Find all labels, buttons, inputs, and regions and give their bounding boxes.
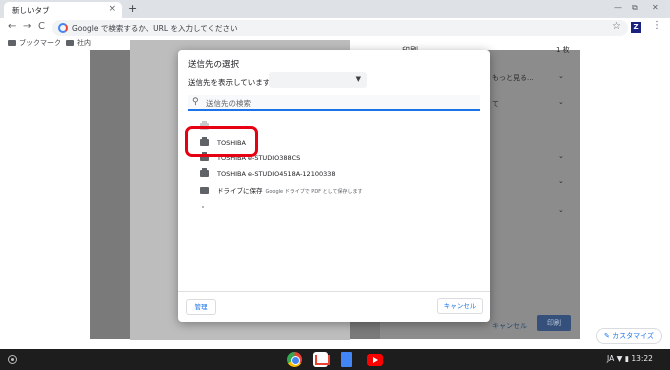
more-options-text: もっと見る...: [492, 74, 534, 82]
chevron-down-icon: ⌄: [558, 98, 564, 106]
wifi-icon: ▼: [616, 354, 623, 363]
dropdown-arrow-icon: ▼: [355, 75, 361, 83]
youtube-icon[interactable]: [367, 354, 383, 366]
search-icon: ⚲: [192, 97, 199, 107]
launcher-icon[interactable]: [8, 355, 17, 364]
destination-item-save-to-drive[interactable]: ドライブに保存 Google ドライブで PDF として保存します: [200, 185, 363, 197]
printer-icon: [200, 168, 209, 177]
drive-icon: [200, 187, 209, 194]
bookmark-folder[interactable]: 社内: [66, 38, 91, 48]
forward-icon[interactable]: →: [23, 21, 31, 32]
search-placeholder: 送信先の検索: [206, 99, 251, 108]
gmail-icon[interactable]: [313, 352, 330, 367]
show-destinations-label: 送信先を表示しています:: [188, 78, 273, 87]
destination-filter-select[interactable]: ▼: [269, 72, 367, 88]
close-tab-icon[interactable]: ×: [108, 4, 116, 14]
chromeos-shelf: JA ▼ ▮ 13:22: [0, 349, 670, 370]
dialog-cancel-button[interactable]: キャンセル: [437, 298, 483, 314]
customize-button[interactable]: ✎ カスタマイズ: [596, 328, 662, 344]
chrome-icon[interactable]: [287, 352, 302, 367]
tab-new-tab[interactable]: 新しいタブ ×: [4, 2, 122, 18]
setting-value: て: [492, 100, 499, 108]
omnibox[interactable]: Google で検索するか、URL を入力してください: [52, 20, 628, 36]
maximize-icon[interactable]: ⧉: [632, 3, 638, 13]
close-window-icon[interactable]: ✕: [652, 3, 659, 12]
destination-dialog: 送信先の選択 送信先を表示しています: ▼ ⚲ 送信先の検索 TOSHIBA T…: [178, 50, 490, 322]
google-icon: [58, 23, 68, 33]
omnibox-placeholder: Google で検索するか、URL を入力してください: [72, 24, 238, 33]
battery-icon: ▮: [624, 354, 629, 363]
ime-indicator: JA: [607, 354, 615, 363]
status-tray[interactable]: JA ▼ ▮ 13:22: [607, 354, 653, 363]
print-button[interactable]: 印刷: [537, 315, 571, 331]
bookmark-label: ブックマーク: [19, 39, 61, 47]
destination-label: TOSHIBA e-STUDIO4518A-12100338: [217, 170, 336, 178]
tab-title: 新しいタブ: [12, 6, 50, 15]
bookmark-label: 社内: [77, 39, 91, 47]
folder-icon: [66, 40, 74, 46]
clock: 13:22: [631, 354, 653, 363]
destination-item-estudio4518a[interactable]: TOSHIBA e-STUDIO4518A-12100338: [200, 168, 336, 182]
bookmark-folder[interactable]: ブックマーク: [8, 38, 61, 48]
destination-label: ドライブに保存: [217, 187, 263, 195]
docs-icon[interactable]: [341, 352, 352, 367]
chevron-down-icon: ⌄: [558, 72, 564, 80]
destination-sublabel: Google ドライブで PDF として保存します: [265, 189, 363, 195]
dialog-divider: [178, 291, 490, 292]
new-tab-button[interactable]: +: [128, 2, 137, 15]
browser-toolbar: ← → C Google で検索するか、URL を入力してください: [0, 18, 670, 38]
reload-icon[interactable]: C: [38, 21, 45, 32]
loading-dot: [202, 206, 204, 208]
menu-icon[interactable]: ⋮: [652, 20, 662, 31]
minimize-icon[interactable]: —: [614, 3, 622, 12]
sheet-count: 1 枚: [556, 46, 570, 54]
dialog-title: 送信先の選択: [188, 60, 240, 70]
bookmark-star-icon[interactable]: ☆: [612, 21, 621, 32]
manage-button[interactable]: 管理: [186, 299, 216, 315]
print-cancel-button[interactable]: キャンセル: [492, 321, 527, 331]
chevron-down-icon: ⌄: [558, 206, 564, 214]
folder-icon: [8, 40, 16, 46]
chevron-down-icon: ⌄: [558, 177, 564, 185]
back-icon[interactable]: ←: [8, 21, 16, 32]
tab-strip: 新しいタブ × + — ⧉ ✕: [0, 0, 670, 18]
extension-icon[interactable]: Z: [631, 22, 641, 33]
highlight-box: [185, 126, 258, 157]
chevron-down-icon: ⌄: [558, 152, 564, 160]
destination-search-input[interactable]: ⚲ 送信先の検索: [188, 95, 480, 111]
